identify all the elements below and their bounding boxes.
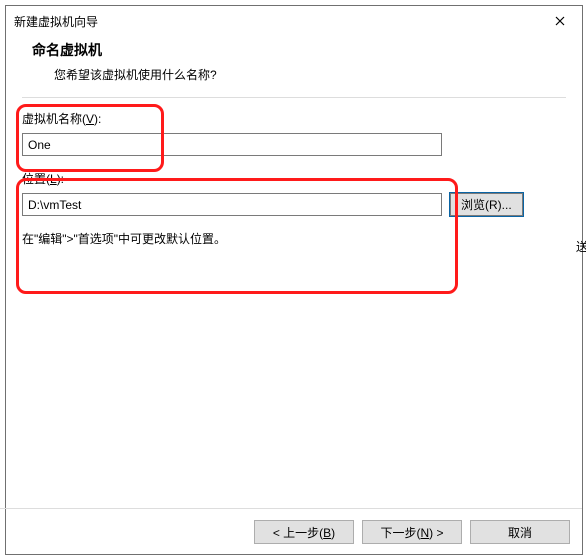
divider	[0, 508, 582, 509]
title-bar: 新建虚拟机向导	[6, 6, 582, 36]
location-hint: 在"编辑">"首选项"中可更改默认位置。	[22, 230, 566, 247]
divider	[22, 97, 566, 98]
vm-name-label: 虚拟机名称(V):	[22, 110, 566, 127]
page-subtitle: 您希望该虚拟机使用什么名称?	[54, 66, 566, 83]
vm-name-input[interactable]	[22, 133, 442, 156]
browse-button[interactable]: 浏览(R)...	[450, 193, 523, 216]
wizard-dialog: 新建虚拟机向导 命名虚拟机 您希望该虚拟机使用什么名称? 虚拟机名称(V): 位…	[5, 5, 583, 555]
button-bar: < 上一步(B) 下一步(N) > 取消	[254, 520, 570, 544]
header-area: 命名虚拟机 您希望该虚拟机使用什么名称?	[6, 36, 582, 98]
location-label: 位置(L):	[22, 170, 566, 187]
location-input[interactable]	[22, 193, 442, 216]
close-icon	[555, 16, 565, 26]
close-button[interactable]	[538, 6, 582, 36]
background-text: 送	[576, 238, 586, 255]
page-heading: 命名虚拟机	[32, 40, 566, 60]
window-title: 新建虚拟机向导	[14, 13, 98, 30]
form-area: 虚拟机名称(V): 位置(L): 浏览(R)... 在"编辑">"首选项"中可更…	[6, 110, 582, 247]
next-button[interactable]: 下一步(N) >	[362, 520, 462, 544]
cancel-button[interactable]: 取消	[470, 520, 570, 544]
back-button[interactable]: < 上一步(B)	[254, 520, 354, 544]
